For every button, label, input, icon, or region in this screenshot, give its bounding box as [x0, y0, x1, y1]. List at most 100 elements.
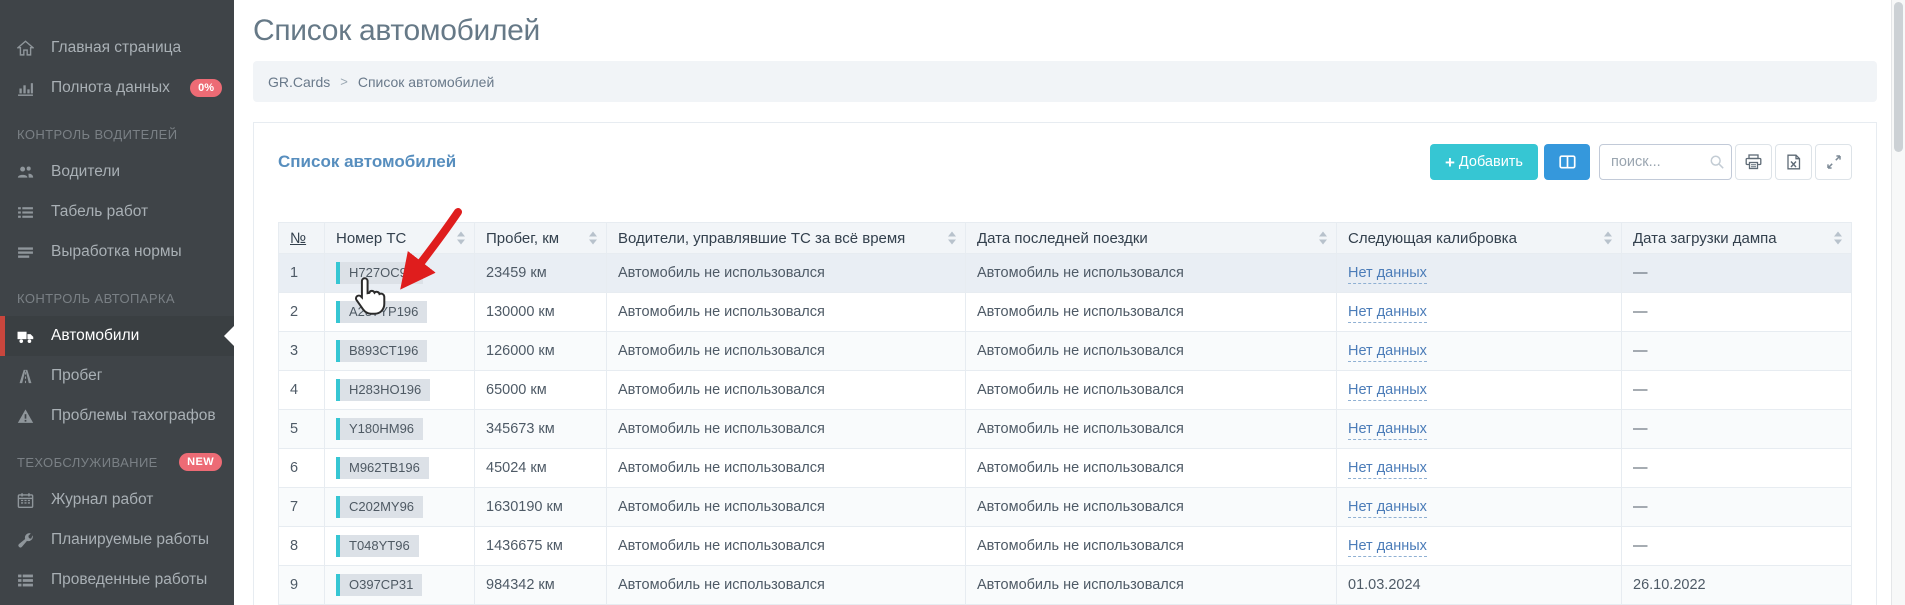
sidebar-section: КОНТРОЛЬ АВТОПАРКА	[0, 272, 234, 316]
sort-arrows-icon[interactable]	[1834, 231, 1843, 246]
cell-last-trip: Автомобиль не использовался	[966, 527, 1337, 566]
table-row[interactable]: 6 M962TB196 45024 км Автомобиль не испол…	[279, 449, 1852, 488]
table-row[interactable]: 4 H283HO196 65000 км Автомобиль не испол…	[279, 371, 1852, 410]
sort-arrows-icon[interactable]	[948, 231, 957, 246]
cell-drivers: Автомобиль не использовался	[607, 566, 966, 605]
column-header[interactable]: Водители, управлявшие ТС за всё время	[607, 223, 966, 254]
no-data-link[interactable]: Нет данных	[1348, 421, 1427, 440]
table-row[interactable]: 9 O397CP31 984342 км Автомобиль не испол…	[279, 566, 1852, 605]
cell-mileage: 1436675 км	[475, 527, 607, 566]
column-header[interactable]: Номер ТС	[325, 223, 475, 254]
sort-arrows-icon[interactable]	[1604, 231, 1613, 246]
cell-calibration: Нет данных	[1337, 293, 1622, 332]
add-vehicle-button[interactable]: + Добавить	[1430, 144, 1538, 180]
breadcrumb-root[interactable]: GR.Cards	[268, 74, 330, 90]
print-button[interactable]	[1735, 144, 1772, 180]
plate-badge[interactable]: H283HO196	[336, 379, 430, 401]
table-row[interactable]: 8 T048YT96 1436675 км Автомобиль не испо…	[279, 527, 1852, 566]
no-data-link[interactable]: Нет данных	[1348, 460, 1427, 479]
plate-badge[interactable]: T048YT96	[336, 535, 419, 557]
plate-badge[interactable]: B893CT196	[336, 340, 427, 362]
vertical-scrollbar[interactable]	[1891, 0, 1905, 605]
table-body: 1 H727OC96 23459 км Автомобиль не исполь…	[279, 254, 1852, 605]
cell-last-trip: Автомобиль не использовался	[966, 449, 1337, 488]
cell-drivers: Автомобиль не использовался	[607, 527, 966, 566]
table-row[interactable]: 2 A287YP196 130000 км Автомобиль не испо…	[279, 293, 1852, 332]
main-content: Список автомобилей GR.Cards > Список авт…	[234, 0, 1905, 605]
export-excel-button[interactable]	[1775, 144, 1812, 180]
cell-last-trip: Автомобиль не использовался	[966, 332, 1337, 371]
no-data-link[interactable]: Нет данных	[1348, 304, 1427, 323]
cell-dump-date: —	[1622, 410, 1852, 449]
columns-toggle-button[interactable]	[1544, 144, 1590, 180]
cell-plate: C202MY96	[325, 488, 475, 527]
truck-icon	[17, 328, 38, 345]
cell-number: 7	[279, 488, 325, 527]
sidebar-item-label: Проведенные работы	[51, 571, 207, 589]
sidebar-item-calendar[interactable]: Журнал работ	[0, 480, 234, 520]
sidebar-item-road[interactable]: Пробег	[0, 356, 234, 396]
scrollbar-thumb[interactable]	[1894, 2, 1903, 152]
fullscreen-button[interactable]	[1815, 144, 1852, 180]
rows-icon	[17, 244, 38, 261]
sidebar-section-label: КОНТРОЛЬ ВОДИТЕЛЕЙ	[17, 127, 177, 142]
sidebar-item-label: Выработка нормы	[51, 243, 182, 261]
plate-badge[interactable]: M962TB196	[336, 457, 429, 479]
sidebar-item-list[interactable]: Табель работ	[0, 192, 234, 232]
wrench-icon	[17, 532, 38, 549]
no-data-link[interactable]: Нет данных	[1348, 265, 1427, 284]
sort-arrows-icon[interactable]	[589, 231, 598, 246]
column-header[interactable]: №	[279, 223, 325, 254]
cell-plate: H283HO196	[325, 371, 475, 410]
cell-plate: Y180HM96	[325, 410, 475, 449]
warning-icon	[17, 408, 38, 425]
sidebar: Главная страница Полнота данных 0% КОНТР…	[0, 0, 234, 605]
cell-plate: O397CP31	[325, 566, 475, 605]
breadcrumb-separator: >	[340, 74, 348, 89]
column-header[interactable]: Дата загрузки дампа	[1622, 223, 1852, 254]
column-header[interactable]: Дата последней поездки	[966, 223, 1337, 254]
cell-calibration: Нет данных	[1337, 254, 1622, 293]
plus-icon: +	[1445, 154, 1455, 171]
plate-badge[interactable]: A287YP196	[336, 301, 427, 323]
no-data-link[interactable]: Нет данных	[1348, 499, 1427, 518]
table-row[interactable]: 3 B893CT196 126000 км Автомобиль не испо…	[279, 332, 1852, 371]
table-row[interactable]: 7 C202MY96 1630190 км Автомобиль не испо…	[279, 488, 1852, 527]
plate-badge[interactable]: C202MY96	[336, 496, 423, 518]
cell-mileage: 45024 км	[475, 449, 607, 488]
sidebar-item-label: Водители	[51, 163, 120, 181]
no-data-link[interactable]: Нет данных	[1348, 538, 1427, 557]
printer-icon	[1745, 154, 1762, 170]
column-header[interactable]: Следующая калибровка	[1337, 223, 1622, 254]
table-row[interactable]: 5 Y180HM96 345673 км Автомобиль не испол…	[279, 410, 1852, 449]
sidebar-item-truck[interactable]: Автомобили	[0, 316, 234, 356]
sidebar-item-rows[interactable]: Выработка нормы	[0, 232, 234, 272]
no-data-link[interactable]: Нет данных	[1348, 343, 1427, 362]
sidebar-item-label: Планируемые работы	[51, 531, 209, 549]
sort-arrows-icon[interactable]	[457, 231, 466, 246]
sidebar-section-label: КОНТРОЛЬ АВТОПАРКА	[17, 291, 175, 306]
cell-last-trip: Автомобиль не использовался	[966, 293, 1337, 332]
cell-drivers: Автомобиль не использовался	[607, 410, 966, 449]
breadcrumb-current: Список автомобилей	[358, 74, 494, 90]
cell-plate: T048YT96	[325, 527, 475, 566]
column-header[interactable]: Пробег, км	[475, 223, 607, 254]
sidebar-item-users[interactable]: Водители	[0, 152, 234, 192]
sidebar-item-tasks[interactable]: Проведенные работы	[0, 560, 234, 600]
search-icon	[1709, 154, 1725, 170]
plate-badge[interactable]: Y180HM96	[336, 418, 423, 440]
sidebar-item-warning[interactable]: Проблемы тахографов	[0, 396, 234, 436]
cell-dump-date: —	[1622, 488, 1852, 527]
cell-calibration: Нет данных	[1337, 527, 1622, 566]
plate-badge[interactable]: O397CP31	[336, 574, 422, 596]
sidebar-item-chart[interactable]: Полнота данных 0%	[0, 68, 234, 108]
no-data-link[interactable]: Нет данных	[1348, 382, 1427, 401]
plate-badge[interactable]: H727OC96	[336, 262, 423, 284]
sidebar-item-home[interactable]: Главная страница	[0, 28, 234, 68]
table-row[interactable]: 1 H727OC96 23459 км Автомобиль не исполь…	[279, 254, 1852, 293]
sidebar-item-wrench[interactable]: Планируемые работы	[0, 520, 234, 560]
sidebar-item-label: Полнота данных	[51, 79, 170, 97]
calendar-icon	[17, 492, 38, 509]
sort-arrows-icon[interactable]	[1319, 231, 1328, 246]
card-title: Список автомобилей	[278, 152, 456, 172]
